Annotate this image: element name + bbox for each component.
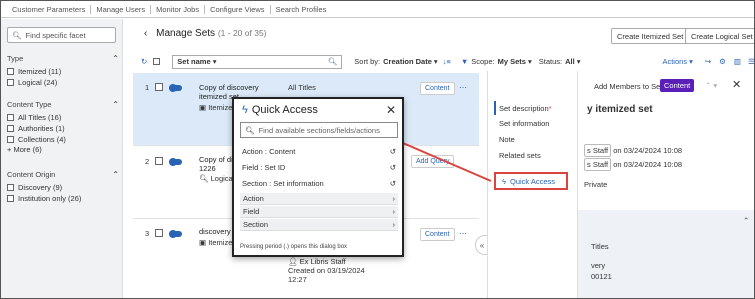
history-icon: ↺ xyxy=(389,163,396,172)
group-field[interactable]: Field › xyxy=(240,206,398,218)
chevron-right-icon: › xyxy=(392,220,396,229)
group-label: Section xyxy=(243,220,269,229)
quick-access-search-input[interactable]: 🔍︎ Find available sections/fields/action… xyxy=(240,122,398,138)
search-icon: 🔍︎ xyxy=(245,125,255,135)
quick-access-dialog: ϟ Quick Access ✕ 🔍︎ Find available secti… xyxy=(232,97,404,257)
recent-item[interactable]: Action : Content ↺ xyxy=(240,144,398,159)
recent-label: Action : Content xyxy=(242,147,296,156)
group-section[interactable]: Section › xyxy=(240,219,398,231)
chevron-right-icon: › xyxy=(392,194,396,203)
recent-label: Field : Set ID xyxy=(242,163,286,172)
group-label: Action xyxy=(243,194,264,203)
history-icon: ↺ xyxy=(389,147,396,156)
recent-label: Section : Set information xyxy=(242,179,324,188)
chevron-right-icon: › xyxy=(392,207,396,216)
close-icon[interactable]: ✕ xyxy=(386,103,396,117)
dialog-footer-hint: Pressing period (.) opens this dialog bo… xyxy=(240,244,348,250)
history-icon: ↺ xyxy=(389,179,396,188)
search-placeholder: Find available sections/fields/actions xyxy=(258,125,380,135)
group-action[interactable]: Action › xyxy=(240,193,398,205)
dialog-title-text: Quick Access xyxy=(251,104,318,116)
lightning-icon: ϟ xyxy=(242,104,248,116)
dialog-title: ϟ Quick Access xyxy=(242,104,318,116)
app-frame: Customer Parameters Manage Users Monitor… xyxy=(0,0,755,299)
recent-item[interactable]: Field : Set ID ↺ xyxy=(240,160,398,175)
group-label: Field xyxy=(243,207,260,216)
recent-item[interactable]: Section : Set information ↺ xyxy=(240,176,398,191)
